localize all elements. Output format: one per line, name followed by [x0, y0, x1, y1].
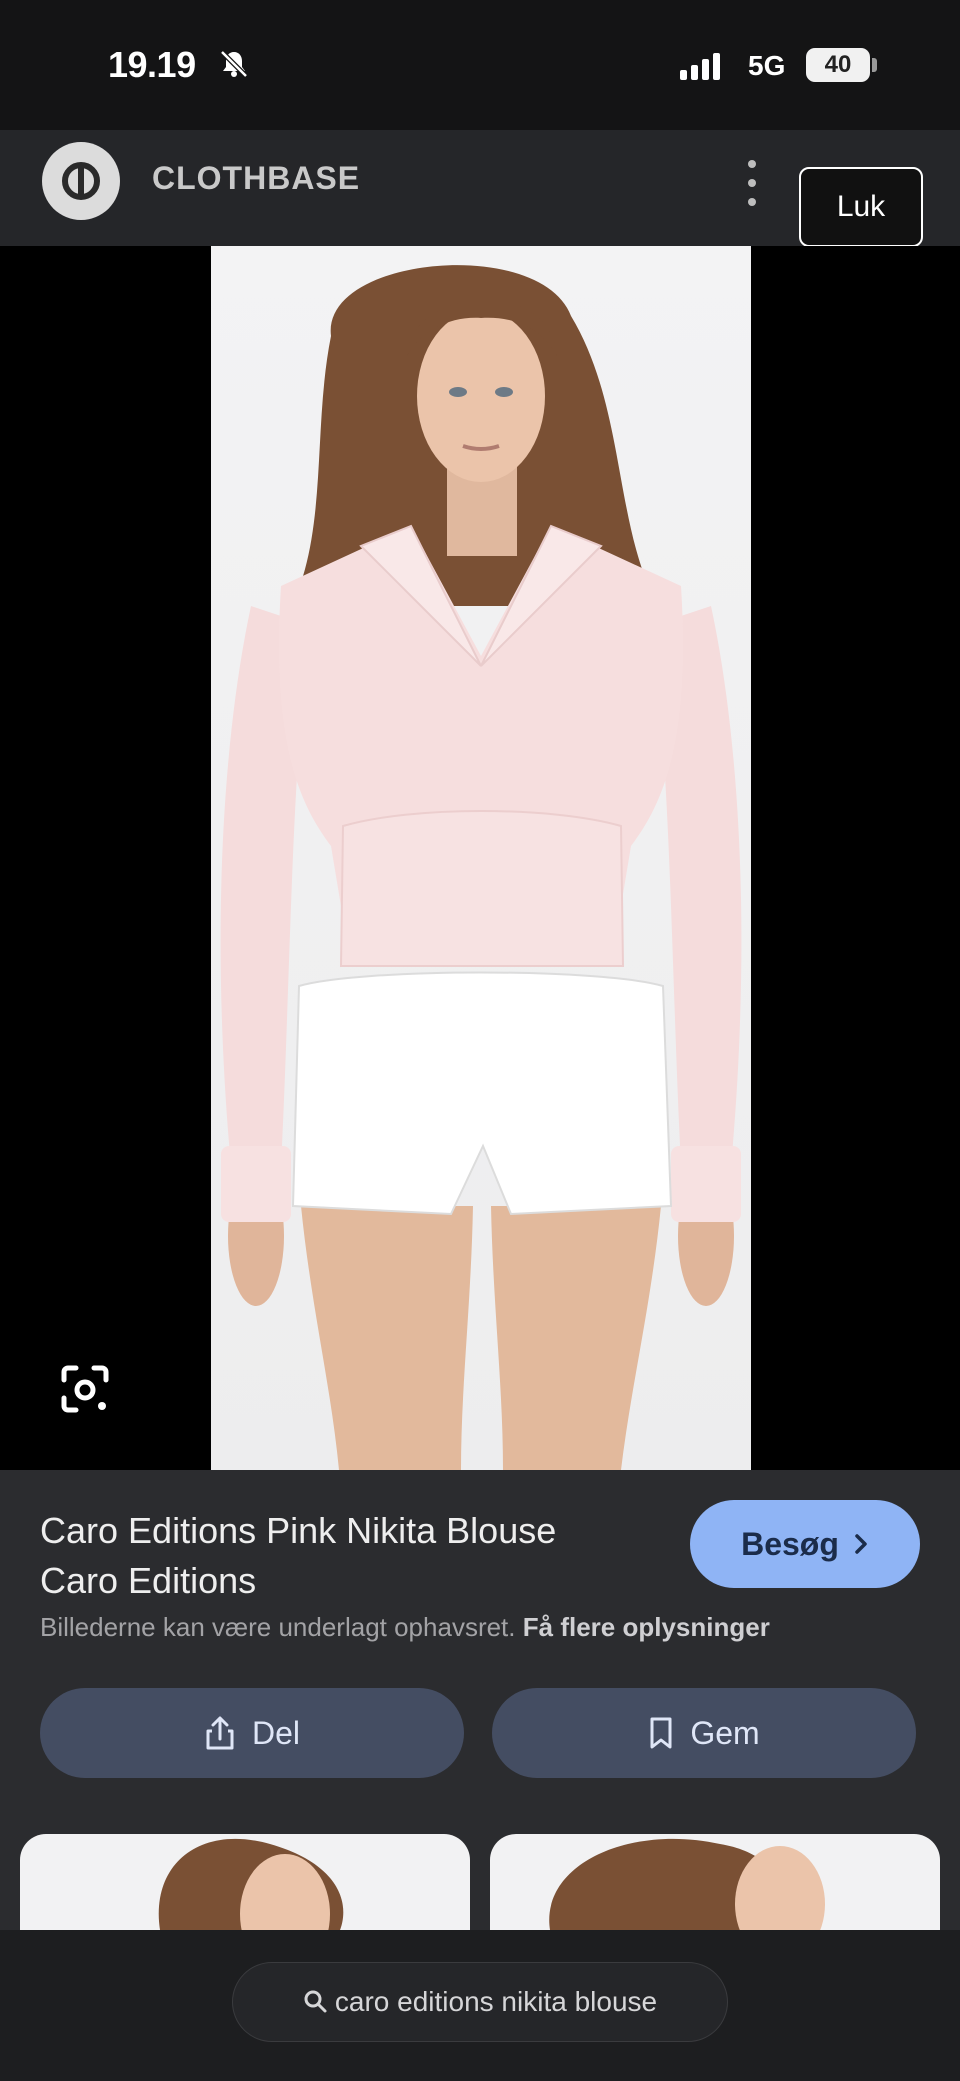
result-panel: Caro Editions Pink Nikita Blouse Caro Ed… — [0, 1470, 960, 1930]
more-vertical-icon[interactable] — [744, 160, 760, 206]
google-lens-icon[interactable] — [58, 1362, 112, 1416]
network-type: 5G — [748, 50, 786, 81]
related-image-thumbnail[interactable] — [490, 1834, 940, 1930]
chevron-right-icon — [855, 1534, 867, 1554]
close-button[interactable]: Luk — [799, 167, 923, 247]
related-image-thumbnail[interactable] — [20, 1834, 470, 1930]
result-title-line1[interactable]: Caro Editions Pink Nikita Blouse — [40, 1506, 660, 1556]
site-name[interactable]: CLOTHBASE — [152, 160, 360, 197]
share-button[interactable]: Del — [40, 1688, 464, 1778]
signal-icon — [680, 50, 720, 80]
save-button-label: Gem — [690, 1714, 760, 1751]
battery-cap — [872, 58, 877, 72]
model-illustration — [220, 265, 742, 1470]
bottom-bar: caro editions nikita blouse — [0, 1930, 960, 2081]
visit-button-label: Besøg — [741, 1525, 839, 1562]
copyright-text: Billederne kan være underlagt ophavsret. — [40, 1612, 516, 1642]
share-button-label: Del — [251, 1714, 300, 1751]
search-query-pill[interactable]: caro editions nikita blouse — [232, 1962, 728, 2042]
search-icon — [304, 1990, 327, 2013]
copyright-notice: Billederne kan være underlagt ophavsret.… — [40, 1612, 770, 1643]
result-title[interactable]: Caro Editions Pink Nikita Blouse Caro Ed… — [40, 1506, 660, 1606]
save-button[interactable]: Gem — [492, 1688, 916, 1778]
more-info-link[interactable]: Få flere oplysninger — [523, 1612, 770, 1642]
site-logo-icon[interactable] — [42, 142, 120, 220]
visit-button[interactable]: Besøg — [690, 1500, 920, 1588]
image-viewer — [0, 246, 960, 1470]
result-source[interactable]: Caro Editions — [40, 1556, 660, 1606]
status-bar: 19.19 5G 40 — [0, 0, 960, 130]
product-image[interactable] — [211, 246, 751, 1470]
battery-icon: 40 — [806, 48, 870, 82]
bell-muted-icon — [220, 50, 248, 78]
share-icon — [206, 1716, 234, 1750]
status-time: 19.19 — [108, 44, 196, 85]
bookmark-icon — [650, 1717, 672, 1749]
search-query-text: caro editions nikita blouse — [334, 1986, 658, 2017]
